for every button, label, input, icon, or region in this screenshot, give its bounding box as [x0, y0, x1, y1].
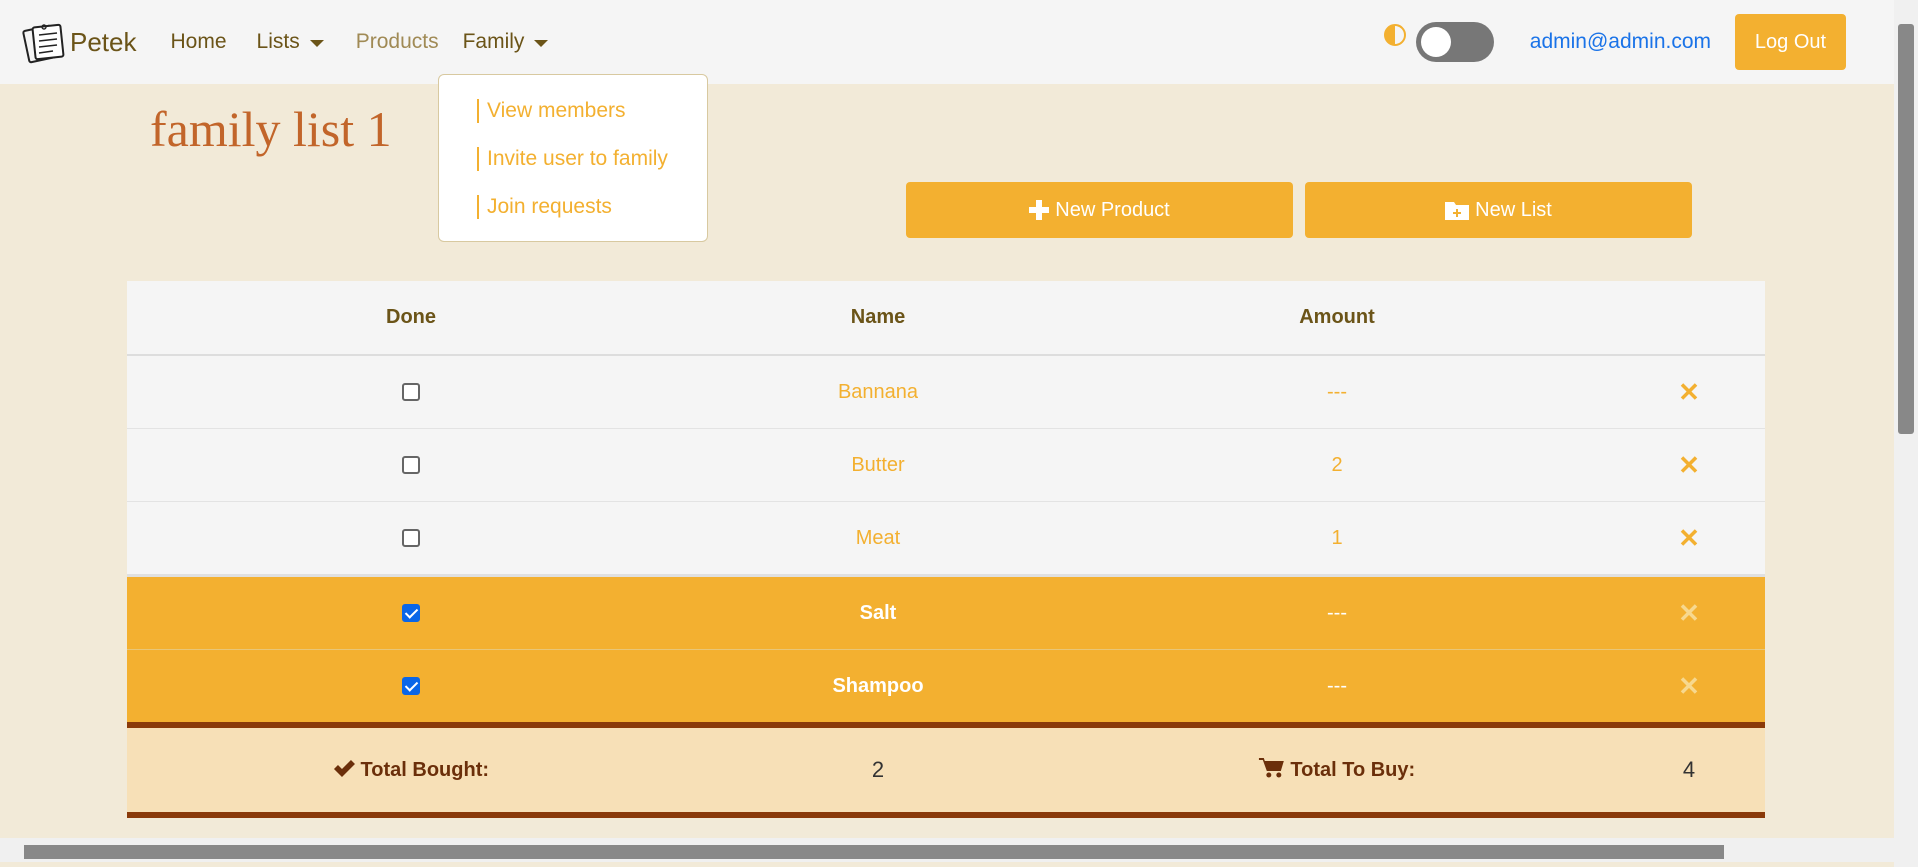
toggle-knob [1420, 27, 1451, 57]
nav-products[interactable]: Products [356, 30, 439, 54]
delete-icon[interactable]: ✕ [1678, 650, 1700, 722]
nav-home[interactable]: Home [171, 30, 227, 54]
new-list-button[interactable]: New List [1305, 182, 1692, 238]
total-to-buy-text: Total To Buy: [1290, 759, 1416, 781]
logout-button[interactable]: Log Out [1735, 14, 1846, 70]
dropdown-item-invite-user[interactable]: Invite user to family [477, 147, 668, 171]
done-checkbox[interactable] [402, 456, 420, 474]
folder-plus-icon [1445, 202, 1470, 220]
nav-home-label: Home [170, 30, 227, 53]
table-row: Bannana --- ✕ [127, 356, 1765, 429]
cart-icon [1258, 758, 1284, 778]
table-row: Shampoo --- ✕ [127, 650, 1765, 723]
check-icon [333, 760, 355, 777]
vertical-scrollbar[interactable] [1894, 0, 1918, 867]
table-row: Butter 2 ✕ [127, 429, 1765, 502]
header-done: Done [386, 306, 436, 328]
page-title: family list 1 [150, 101, 392, 157]
total-bought-text: Total Bought: [360, 759, 490, 781]
vertical-scroll-thumb[interactable] [1898, 24, 1914, 434]
new-list-label: New List [1475, 198, 1552, 221]
product-amount: 1 [1331, 527, 1343, 549]
product-name[interactable]: Meat [856, 502, 900, 574]
product-name[interactable]: Shampoo [832, 650, 923, 722]
product-amount: --- [1327, 381, 1347, 403]
theme-toggle[interactable] [1415, 22, 1494, 62]
shopping-table: Done Name Amount Bannana --- ✕ Butter 2 … [127, 281, 1765, 818]
plus-icon [1029, 200, 1050, 220]
new-product-label: New Product [1055, 198, 1170, 221]
header-amount: Amount [1299, 306, 1375, 328]
brand-name: Petek [70, 26, 137, 57]
delete-icon[interactable]: ✕ [1678, 577, 1700, 649]
done-checkbox[interactable] [402, 529, 420, 547]
navbar: Petek Home Lists Products Family admin@a… [0, 0, 1894, 84]
horizontal-scroll-thumb[interactable] [24, 845, 1724, 859]
done-checkbox[interactable] [402, 604, 420, 622]
done-checkbox[interactable] [402, 383, 420, 401]
family-dropdown-menu: View members Invite user to family Join … [438, 74, 708, 242]
brand[interactable]: Petek [22, 20, 137, 64]
product-amount: --- [1327, 675, 1347, 697]
notepad-logo-icon [22, 23, 65, 64]
user-email-link[interactable]: admin@admin.com [1530, 30, 1711, 54]
delete-icon[interactable]: ✕ [1678, 356, 1700, 428]
dropdown-item-view-members[interactable]: View members [477, 99, 626, 123]
product-name[interactable]: Bannana [838, 356, 918, 428]
new-product-button[interactable]: New Product [906, 182, 1293, 238]
nav-products-label: Products [355, 30, 439, 53]
total-bought-label: Total Bought: [333, 728, 489, 812]
total-to-buy-value: 4 [1682, 757, 1696, 782]
nav-right: admin@admin.com Log Out [1383, 0, 1894, 84]
table-row: Meat 1 ✕ [127, 502, 1765, 577]
product-name[interactable]: Butter [851, 429, 904, 501]
total-bought-value: 2 [871, 757, 885, 782]
chevron-down-icon [309, 39, 324, 47]
horizontal-scrollbar[interactable] [0, 838, 1894, 862]
table-header: Done Name Amount [127, 281, 1765, 356]
dropdown-item-join-requests[interactable]: Join requests [477, 195, 612, 219]
done-checkbox[interactable] [402, 677, 420, 695]
nav-lists[interactable]: Lists [257, 30, 324, 54]
nav-lists-label: Lists [256, 30, 300, 53]
chevron-down-icon [534, 39, 549, 47]
delete-icon[interactable]: ✕ [1678, 429, 1700, 501]
nav-family[interactable]: Family [463, 30, 549, 54]
header-name: Name [850, 306, 906, 328]
total-to-buy-label: Total To Buy: [1258, 728, 1416, 812]
delete-icon[interactable]: ✕ [1678, 502, 1700, 574]
product-amount: 2 [1331, 454, 1343, 476]
product-name[interactable]: Salt [860, 577, 897, 649]
nav-family-label: Family [462, 30, 525, 53]
product-amount: --- [1327, 602, 1347, 624]
table-row: Salt --- ✕ [127, 577, 1765, 650]
table-summary: Total Bought: 2 Total To Buy: 4 [127, 722, 1765, 818]
contrast-icon [1383, 24, 1406, 46]
